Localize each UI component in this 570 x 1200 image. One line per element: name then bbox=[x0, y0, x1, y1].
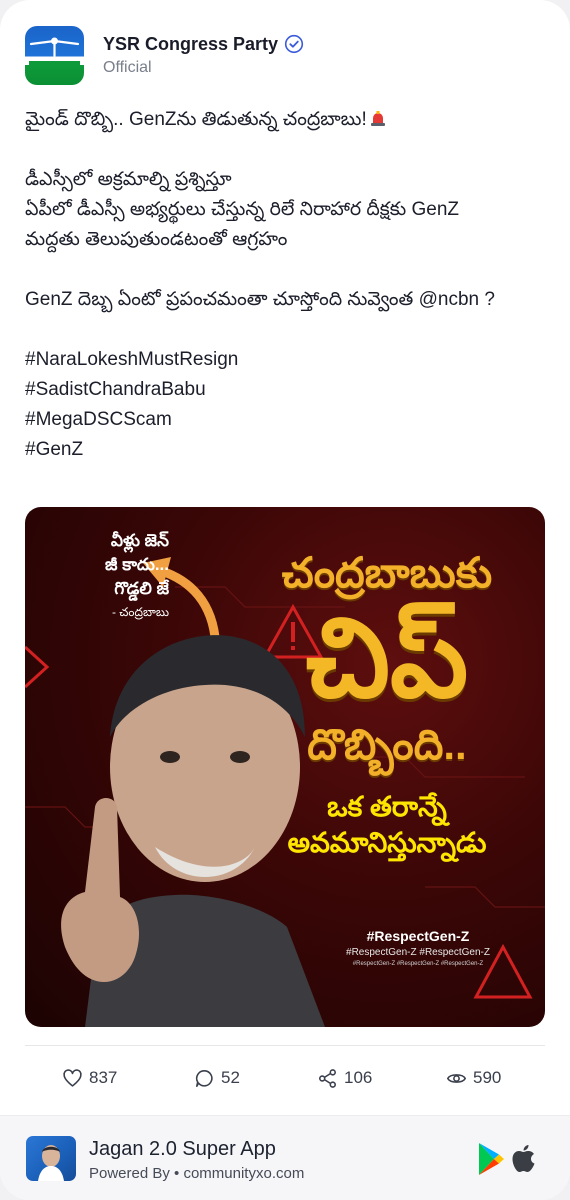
share-button[interactable]: 106 bbox=[317, 1060, 372, 1096]
hashtag-link[interactable]: #SadistChandraBabu bbox=[25, 375, 550, 405]
post-card: YSR Congress Party Official మైండ్ దొబ్బి… bbox=[0, 0, 570, 1200]
headline-line-3: దొబ్బింది.. bbox=[307, 721, 467, 768]
engagement-bar: 837 52 106 590 bbox=[25, 1060, 545, 1096]
hashtag-link[interactable]: #NaraLokeshMustResign bbox=[25, 345, 550, 375]
share-count: 106 bbox=[344, 1068, 373, 1087]
image-hashtags: #RespectGen-Z #RespectGen-Z #RespectGen-… bbox=[318, 928, 518, 967]
app-powered-by[interactable]: Powered By • communityxo.com bbox=[89, 1165, 304, 1182]
post-line: GenZ దెబ్బ ఏంటో ప్రపంచమంతా చూస్తోంది నువ… bbox=[25, 289, 495, 310]
hashtag-link[interactable]: #MegaDSCScam bbox=[25, 405, 550, 435]
siren-icon bbox=[370, 111, 385, 126]
share-icon bbox=[319, 1068, 336, 1088]
comment-button[interactable]: 52 bbox=[194, 1060, 240, 1096]
image-tag-sub-small: #RespectGen-Z #RespectGen-Z #RespectGen-… bbox=[352, 961, 484, 967]
comment-count: 52 bbox=[221, 1068, 240, 1087]
quote-line: వీళ్లు జెన్ bbox=[110, 531, 169, 550]
app-logo-icon bbox=[38, 1145, 64, 1181]
post-line: డీఎస్సీలో అక్రమాల్ని ప్రశ్నిస్తూ bbox=[25, 169, 232, 190]
page-subtitle: Official bbox=[103, 58, 152, 76]
image-headline: చంద్రబాబుకు చిప్ దొబ్బింది.. ఒక తరాన్నే … bbox=[257, 547, 517, 861]
post-body: మైండ్ దొబ్బి.. GenZను తిడుతున్న చంద్రబాబ… bbox=[25, 105, 550, 465]
page-name[interactable]: YSR Congress Party bbox=[103, 34, 278, 55]
like-count: 837 bbox=[89, 1068, 118, 1087]
title-block: YSR Congress Party Official bbox=[103, 34, 304, 77]
ysrcp-logo-icon bbox=[29, 37, 80, 66]
headline-line-2: చిప్ bbox=[305, 597, 469, 720]
divider bbox=[25, 1045, 545, 1046]
app-icon[interactable] bbox=[26, 1136, 76, 1181]
quote-line: గొడ్డలి జే bbox=[114, 579, 169, 598]
google-play-icon[interactable] bbox=[477, 1142, 505, 1176]
apple-icon[interactable] bbox=[510, 1142, 536, 1174]
views-indicator: 590 bbox=[446, 1060, 501, 1096]
post-line: ఏపీలో డీఎస్సీ అభ్యర్థులు చేస్తున్న రిలే … bbox=[25, 199, 459, 220]
quote-block: వీళ్లు జెన్ జీ కాదు... గొడ్డలి జే - చంద్… bbox=[59, 529, 169, 622]
app-title: Jagan 2.0 Super App bbox=[89, 1138, 276, 1160]
eye-icon bbox=[446, 1073, 467, 1083]
headline-line-4: ఒక తరాన్నే bbox=[327, 791, 447, 822]
quote-attribution: - చంద్రబాబు bbox=[111, 605, 169, 619]
image-tag-sub: #RespectGen-Z #RespectGen-Z bbox=[346, 947, 490, 958]
headline-line-1: చంద్రబాబుకు bbox=[281, 549, 493, 596]
like-button[interactable]: 837 bbox=[62, 1060, 117, 1096]
post-header: YSR Congress Party Official bbox=[25, 25, 304, 85]
quote-line: జీ కాదు... bbox=[105, 555, 169, 574]
post-line: మద్దతు తెలుపుతుండటంతో ఆగ్రహం bbox=[25, 229, 288, 250]
avatar[interactable] bbox=[25, 25, 84, 85]
app-promo-footer: Jagan 2.0 Super App Powered By • communi… bbox=[0, 1115, 570, 1200]
verified-badge-icon bbox=[284, 34, 304, 54]
image-tag-main: #RespectGen-Z bbox=[366, 928, 470, 944]
heart-icon bbox=[63, 1068, 82, 1087]
headline-line-5: అవమానిస్తున్నాడు bbox=[287, 827, 487, 858]
post-line: మైండ్ దొబ్బి.. GenZను తిడుతున్న చంద్రబాబ… bbox=[25, 105, 550, 135]
hashtag-link[interactable]: #GenZ bbox=[25, 435, 550, 465]
view-count: 590 bbox=[473, 1068, 502, 1087]
comment-icon bbox=[195, 1069, 213, 1087]
